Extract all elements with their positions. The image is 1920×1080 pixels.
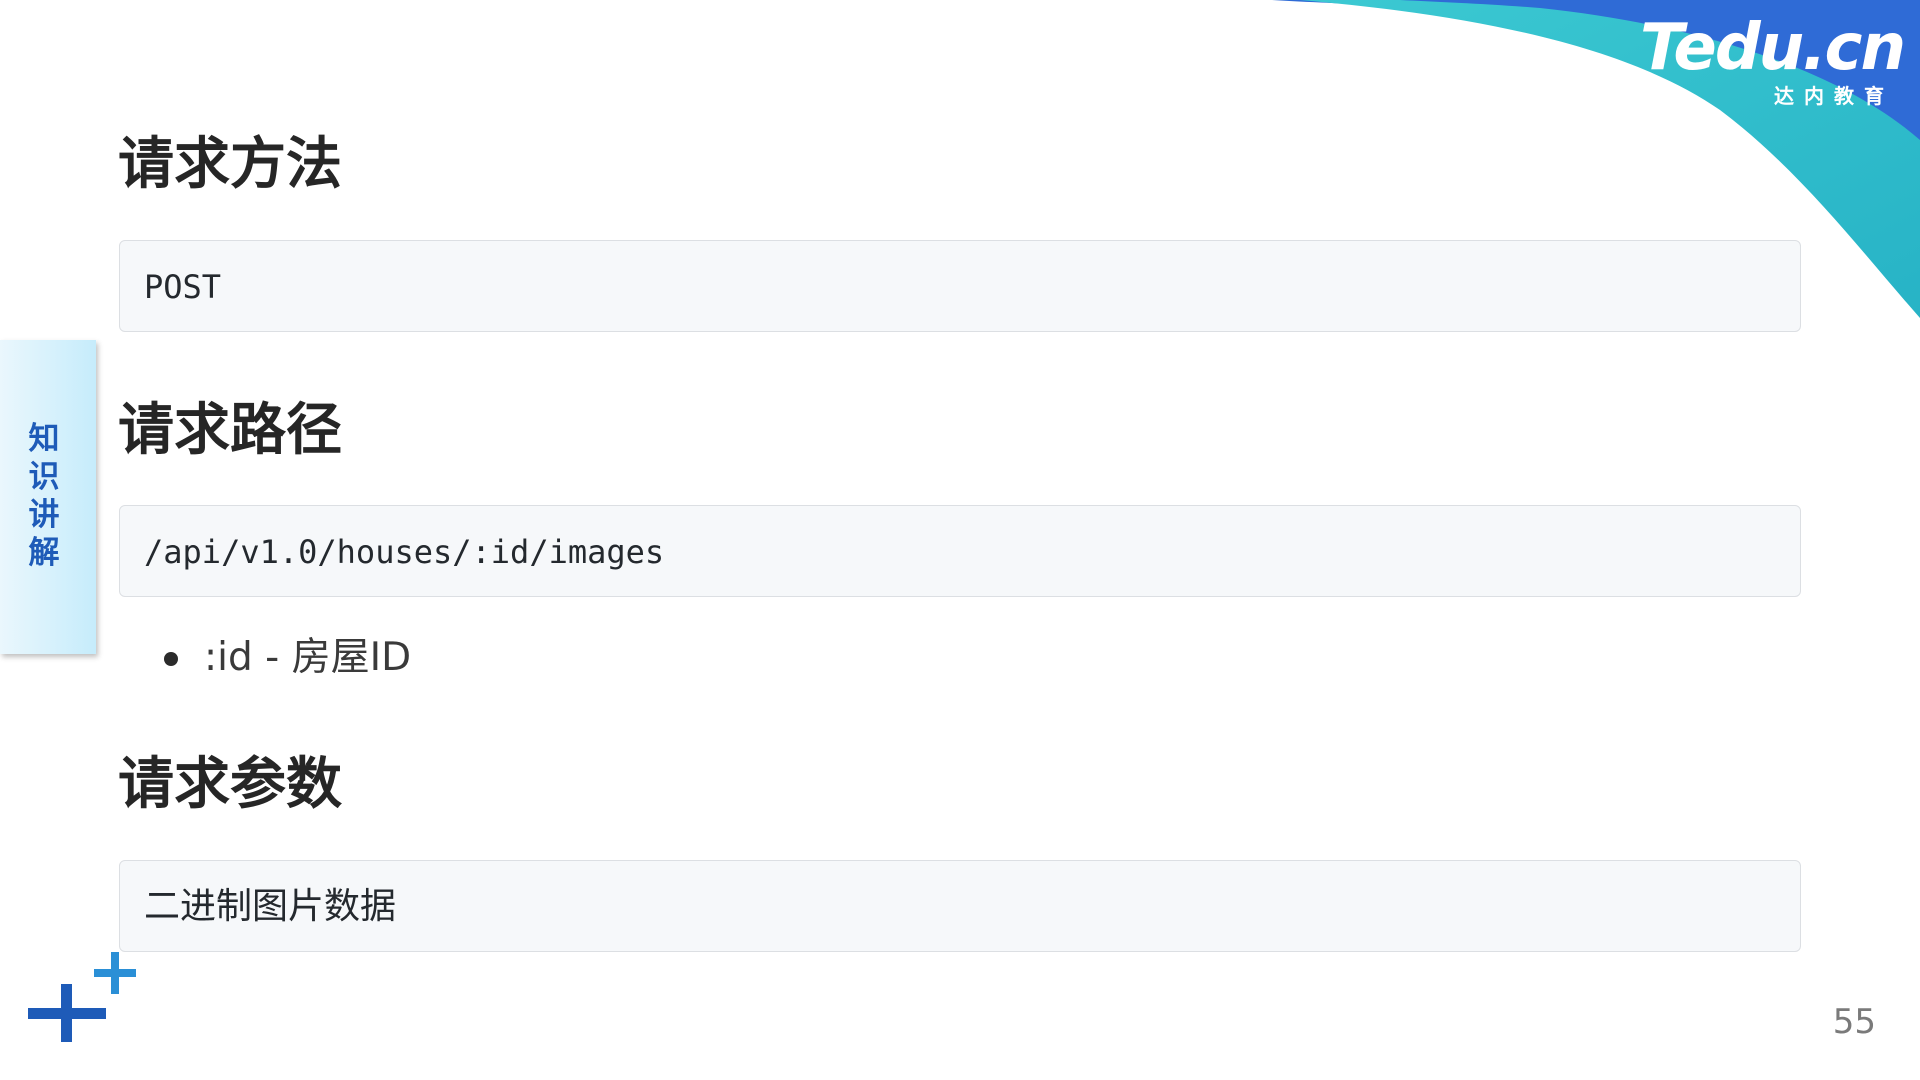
side-tab: 知识讲解 bbox=[0, 340, 96, 654]
code-text-params: 二进制图片数据 bbox=[144, 886, 397, 927]
page-number: 55 bbox=[1832, 1002, 1876, 1042]
bullet-text: :id - 房屋ID bbox=[204, 635, 412, 680]
section-heading-params: 请求参数 bbox=[118, 752, 342, 817]
code-block-params: 二进制图片数据 bbox=[119, 860, 1801, 952]
bullet-dot bbox=[164, 652, 178, 666]
code-text-path: /api/v1.0/houses/:id/images bbox=[144, 533, 665, 571]
code-text-method: POST bbox=[144, 268, 222, 306]
code-block-method: POST bbox=[119, 240, 1801, 332]
code-block-path: /api/v1.0/houses/:id/images bbox=[119, 505, 1801, 597]
side-tab-label: 知识讲解 bbox=[28, 421, 60, 571]
section-heading-path: 请求路径 bbox=[118, 398, 342, 463]
section-heading-method: 请求方法 bbox=[118, 132, 342, 197]
plus-icon-large bbox=[28, 984, 106, 1042]
brand-logo: Tedu.cn 达内教育 bbox=[1640, 11, 1906, 109]
logo-text: Tedu.cn bbox=[1640, 11, 1906, 85]
